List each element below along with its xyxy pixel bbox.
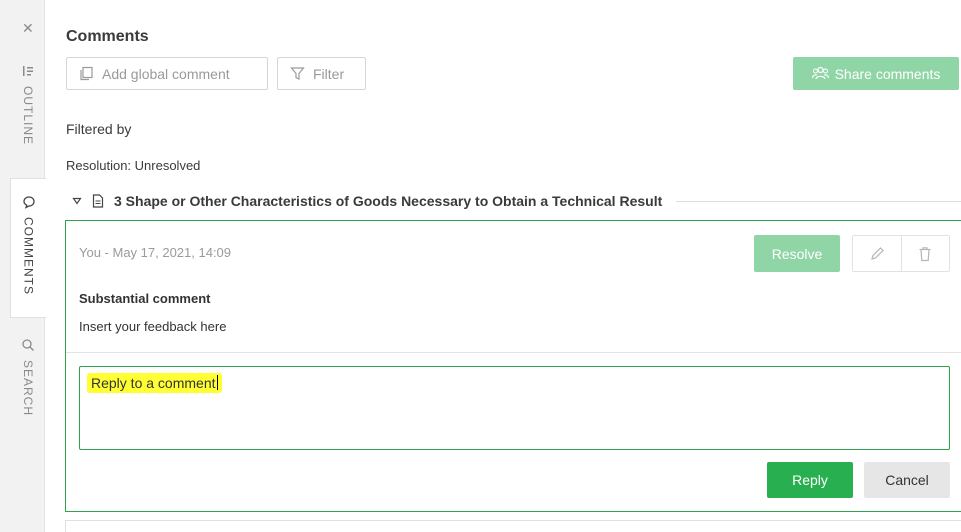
reply-button[interactable]: Reply [767,462,853,498]
search-icon [22,339,34,351]
card-divider [66,352,961,353]
share-comments-label: Share comments [834,65,941,82]
comment-type: Substantial comment [79,291,211,306]
tab-comments-label: COMMENTS [21,217,36,295]
comment-meta: You - May 17, 2021, 14:09 [79,245,232,260]
section-header[interactable]: 3 Shape or Other Characteristics of Good… [72,190,961,212]
add-global-comment-label: Add global comment [102,65,230,82]
comment-bubble-icon [22,196,35,209]
tab-search[interactable]: SEARCH [10,332,46,432]
filtered-by-heading: Filtered by [66,121,132,137]
next-comment-card [65,520,961,532]
add-comment-icon [80,66,93,81]
collapse-triangle-icon[interactable] [72,196,82,206]
comment-text: Insert your feedback here [79,319,227,334]
section-title: 3 Shape or Other Characteristics of Good… [114,193,663,209]
outline-icon [23,66,33,76]
filter-label: Filter [313,65,345,82]
tab-search-label: SEARCH [21,360,35,417]
edit-button[interactable] [853,236,901,271]
cancel-button[interactable]: Cancel [864,462,950,498]
resolution-filter: Resolution: Unresolved [66,158,201,173]
page-title: Comments [66,28,149,45]
reply-input-value: Reply to a comment [87,373,222,393]
document-icon [92,194,104,208]
filter-icon [290,67,305,80]
reply-input[interactable]: Reply to a comment [79,366,950,450]
tab-outline-label: OUTLINE [21,86,35,146]
section-divider [676,200,961,202]
add-global-comment-button[interactable]: Add global comment [66,57,268,90]
users-icon [811,66,829,80]
tab-outline[interactable]: OUTLINE [10,52,46,164]
filter-button[interactable]: Filter [277,57,366,90]
delete-button[interactable] [900,236,950,271]
trash-icon [919,246,931,261]
share-comments-button[interactable]: Share comments [793,57,959,90]
sidebar: ✕ OUTLINE COMMENTS SEARCH [0,0,46,532]
pencil-icon [870,246,884,260]
comment-card: You - May 17, 2021, 14:09 Resolve Substa… [65,220,961,512]
close-icon[interactable]: ✕ [22,20,34,37]
comment-actions [852,235,950,272]
tab-comments[interactable]: COMMENTS [10,178,46,318]
resolve-button[interactable]: Resolve [754,235,840,272]
